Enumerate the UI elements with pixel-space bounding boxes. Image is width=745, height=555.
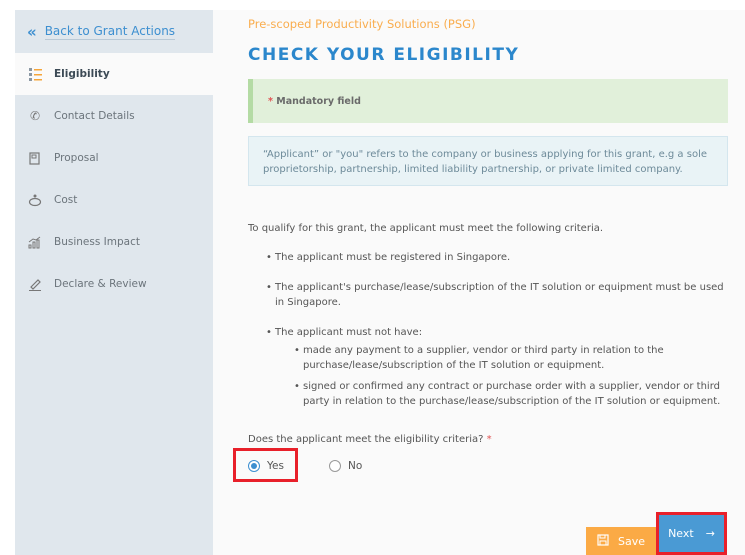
bar-chart-icon (28, 235, 42, 249)
applicant-info-box: “Applicant” or "you" refers to the compa… (248, 136, 728, 186)
sidebar-item-cost[interactable]: Cost (15, 179, 213, 221)
double-chevron-left-icon: « (27, 22, 37, 41)
criteria-item: The applicant's purchase/lease/subscript… (266, 280, 730, 310)
main-content: Pre-scoped Productivity Solutions (PSG) … (213, 10, 745, 555)
save-button[interactable]: Save (586, 527, 656, 555)
sidebar-item-business-impact[interactable]: Business Impact (15, 221, 213, 263)
criteria-item: The applicant must be registered in Sing… (266, 250, 725, 265)
arrow-right-icon: → (705, 527, 715, 540)
list-icon (28, 67, 42, 81)
mandatory-notice: * Mandatory field (248, 79, 728, 123)
criteria-list: The applicant's purchase/lease/subscript… (266, 280, 730, 310)
sub-criteria-list: made any payment to a supplier, vendor o… (294, 343, 728, 409)
sub-criteria-item: made any payment to a supplier, vendor o… (294, 343, 728, 373)
criteria-intro: To qualify for this grant, the applicant… (248, 223, 604, 234)
sub-criteria-item: signed or confirmed any contract or purc… (294, 379, 728, 409)
document-icon (28, 151, 42, 165)
pen-icon (28, 277, 42, 291)
back-to-grant-actions-link[interactable]: « Back to Grant Actions (15, 10, 213, 53)
floppy-disk-icon (597, 533, 609, 549)
sidebar: « Back to Grant Actions Eligibility ✆ Co… (15, 10, 213, 555)
criteria-item: The applicant must not have: (266, 325, 725, 340)
grant-subtitle: Pre-scoped Productivity Solutions (PSG) (248, 17, 476, 31)
sidebar-item-proposal[interactable]: Proposal (15, 137, 213, 179)
next-button[interactable]: Next → (656, 512, 727, 555)
sidebar-item-contact-details[interactable]: ✆ Contact Details (15, 95, 213, 137)
criteria-list: The applicant must be registered in Sing… (266, 250, 725, 265)
criteria-list: The applicant must not have: (266, 325, 725, 340)
sidebar-item-eligibility[interactable]: Eligibility (15, 53, 213, 95)
piggy-bank-icon (28, 193, 42, 207)
highlight-box (233, 448, 298, 482)
sidebar-item-declare-review[interactable]: Declare & Review (15, 263, 213, 305)
eligibility-question: Does the applicant meet the eligibility … (248, 434, 492, 445)
page-title: CHECK YOUR ELIGIBILITY (248, 45, 520, 65)
radio-unselected-icon (329, 460, 341, 472)
phone-icon: ✆ (29, 109, 41, 123)
radio-no[interactable]: No (329, 460, 362, 472)
